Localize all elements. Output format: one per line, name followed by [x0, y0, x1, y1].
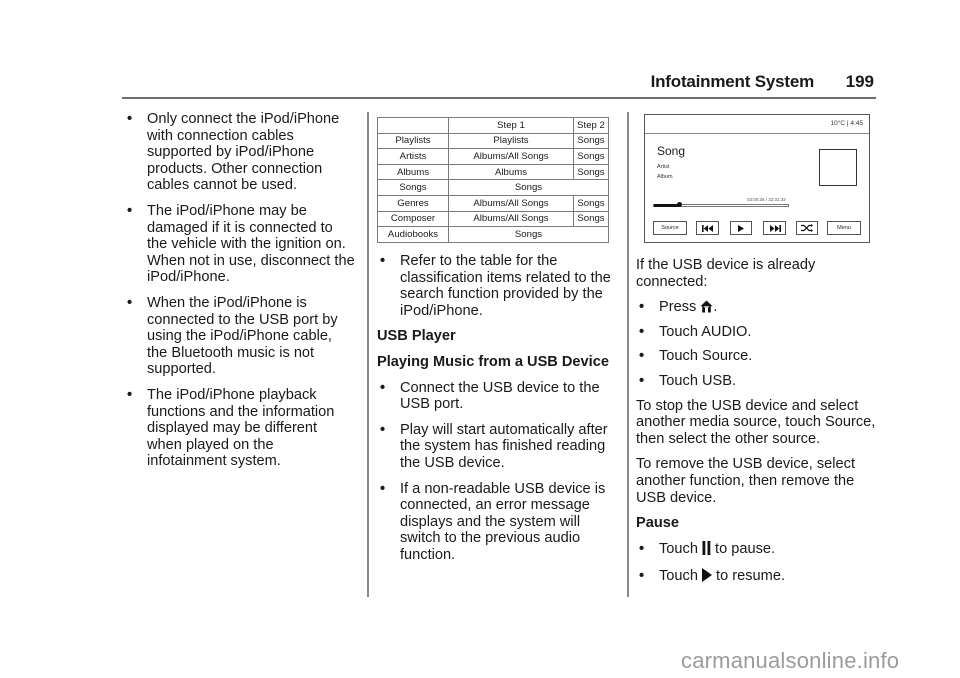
- table-cell-category: Artists: [377, 148, 449, 165]
- bullet-icon: •: [639, 299, 645, 316]
- bullet-icon: •: [639, 372, 645, 389]
- table-cell-step1-merged: Songs: [448, 226, 609, 243]
- list-item: • Refer to the table for the classificati…: [380, 253, 611, 319]
- usb-player-screen-illustration: 10°C | 4:45 Song Artist Album 03:00:26 /…: [644, 114, 870, 243]
- progress-fill: [654, 204, 680, 207]
- remove-instructions: To remove the USB device, select another…: [636, 456, 856, 506]
- list-item: • Touch Source.: [639, 348, 753, 365]
- column-divider-right: [627, 112, 629, 597]
- list-item: • If a non-readable USB device is connect…: [380, 480, 606, 563]
- list-item: • Touch to pause.: [639, 540, 776, 557]
- list-item: • Press .: [639, 299, 718, 316]
- table-cell-step2: Songs: [573, 163, 609, 181]
- list-item: • Connect the USB device to the USB port.: [380, 379, 600, 413]
- section-heading: USB Player: [377, 328, 456, 345]
- bullet-icon: •: [639, 348, 645, 365]
- table-row: Genres Albums/All Songs Songs: [377, 194, 609, 212]
- watermark: carmanualsonline.info: [681, 648, 900, 673]
- intro-text: If the USB device is already connected:: [636, 257, 816, 290]
- table-cell-category: Audiobooks: [377, 226, 449, 243]
- table-cell-step1: Albums/All Songs: [448, 194, 574, 212]
- previous-track-button[interactable]: [696, 221, 719, 235]
- page-number: 199: [845, 72, 874, 91]
- progress-slider[interactable]: [653, 202, 789, 207]
- table-cell-category: Songs: [377, 179, 449, 196]
- list-item: • Touch USB.: [639, 372, 737, 389]
- album-name: Album: [657, 174, 673, 180]
- classification-table: Step 1 Step 2 Playlists Playlists Songs …: [377, 117, 609, 243]
- bullet-icon: •: [380, 253, 386, 269]
- table-cell-step2: Songs: [573, 132, 609, 150]
- table-header-row: Step 1 Step 2: [377, 117, 609, 134]
- table-row: Audiobooks Songs: [377, 226, 609, 243]
- next-track-button[interactable]: [763, 221, 786, 235]
- pause-icon: [702, 540, 711, 555]
- shuffle-icon: [801, 224, 813, 232]
- table-cell-step2: Songs: [573, 194, 609, 212]
- table-cell-category: Genres: [377, 194, 449, 212]
- table-header-cell: [377, 117, 449, 134]
- list-item: • The iPod/iPhone may be damaged if it is…: [127, 202, 355, 286]
- column-divider-left: [367, 112, 369, 597]
- source-button[interactable]: Source: [653, 221, 687, 235]
- table-row: Composer Albums/All Songs Songs: [377, 210, 609, 228]
- song-title: Song: [657, 144, 686, 158]
- next-track-icon: [769, 224, 781, 232]
- album-art: [819, 149, 857, 186]
- bullet-icon: •: [639, 323, 645, 340]
- table-row: Artists Albums/All Songs Songs: [377, 148, 609, 165]
- table-cell-category: Albums: [377, 163, 449, 181]
- bullet-icon: •: [380, 379, 386, 396]
- bullet-icon: •: [639, 568, 645, 585]
- middle-column: • Refer to the table for the classificati…: [377, 253, 615, 573]
- home-icon: [700, 300, 713, 313]
- table-row: Albums Albums Songs: [377, 163, 609, 181]
- table-cell-category: Composer: [377, 210, 449, 228]
- bullet-icon: •: [380, 480, 386, 497]
- list-item: • Touch AUDIO.: [639, 323, 752, 340]
- pause-heading: Pause: [636, 515, 679, 532]
- list-item: • Only connect the iPod/iPhone with conne…: [127, 111, 340, 194]
- bullet-icon: •: [127, 294, 133, 311]
- table-header-cell: Step 1: [448, 117, 574, 134]
- play-button[interactable]: [730, 221, 752, 235]
- play-icon: [702, 568, 712, 583]
- stop-instructions: To stop the USB device and select anothe…: [636, 397, 876, 447]
- table-row: Songs Songs: [377, 179, 609, 196]
- table-row: Playlists Playlists Songs: [377, 132, 609, 150]
- bullet-icon: •: [639, 540, 645, 557]
- list-item: • Touch to resume.: [639, 568, 785, 585]
- list-item: • When the iPod/iPhone is connected to th…: [127, 294, 338, 378]
- table-cell-step1: Albums/All Songs: [448, 210, 574, 228]
- table-cell-step1: Albums/All Songs: [448, 148, 574, 165]
- status-temp-time: 10°C | 4:45: [830, 120, 863, 127]
- subsection-heading: Playing Music from a USB Device: [377, 353, 609, 370]
- bullet-icon: •: [127, 111, 133, 127]
- table-cell-step1-merged: Songs: [448, 179, 609, 196]
- table-cell-step1: Playlists: [448, 132, 574, 150]
- table-cell-step2: Songs: [573, 148, 609, 165]
- table-header-cell: Step 2: [573, 117, 609, 134]
- previous-track-icon: [701, 224, 713, 232]
- bullet-icon: •: [127, 202, 133, 219]
- header-rule: [122, 97, 876, 99]
- bullet-icon: •: [380, 421, 386, 438]
- left-column: • Only connect the iPod/iPhone with conne…: [124, 111, 356, 479]
- table-cell-step2: Songs: [573, 210, 609, 228]
- section-title: Infotainment System: [650, 72, 815, 91]
- shuffle-button[interactable]: [796, 221, 818, 235]
- bullet-icon: •: [127, 386, 133, 403]
- list-item: • Play will start automatically after the…: [380, 421, 608, 471]
- menu-button[interactable]: Menu: [827, 221, 861, 235]
- play-icon: [738, 224, 744, 232]
- right-column: If the USB device is already connected: …: [636, 257, 876, 594]
- table-cell-category: Playlists: [377, 132, 449, 150]
- table-cell-step1: Albums: [448, 163, 574, 181]
- list-item: • The iPod/iPhone playback functions and …: [127, 386, 335, 470]
- playback-time: 03:00:26 / 32:31:32: [747, 197, 786, 202]
- artist-name: Artist: [657, 164, 670, 170]
- status-bar: 10°C | 4:45: [645, 115, 869, 134]
- progress-knob[interactable]: [676, 202, 682, 207]
